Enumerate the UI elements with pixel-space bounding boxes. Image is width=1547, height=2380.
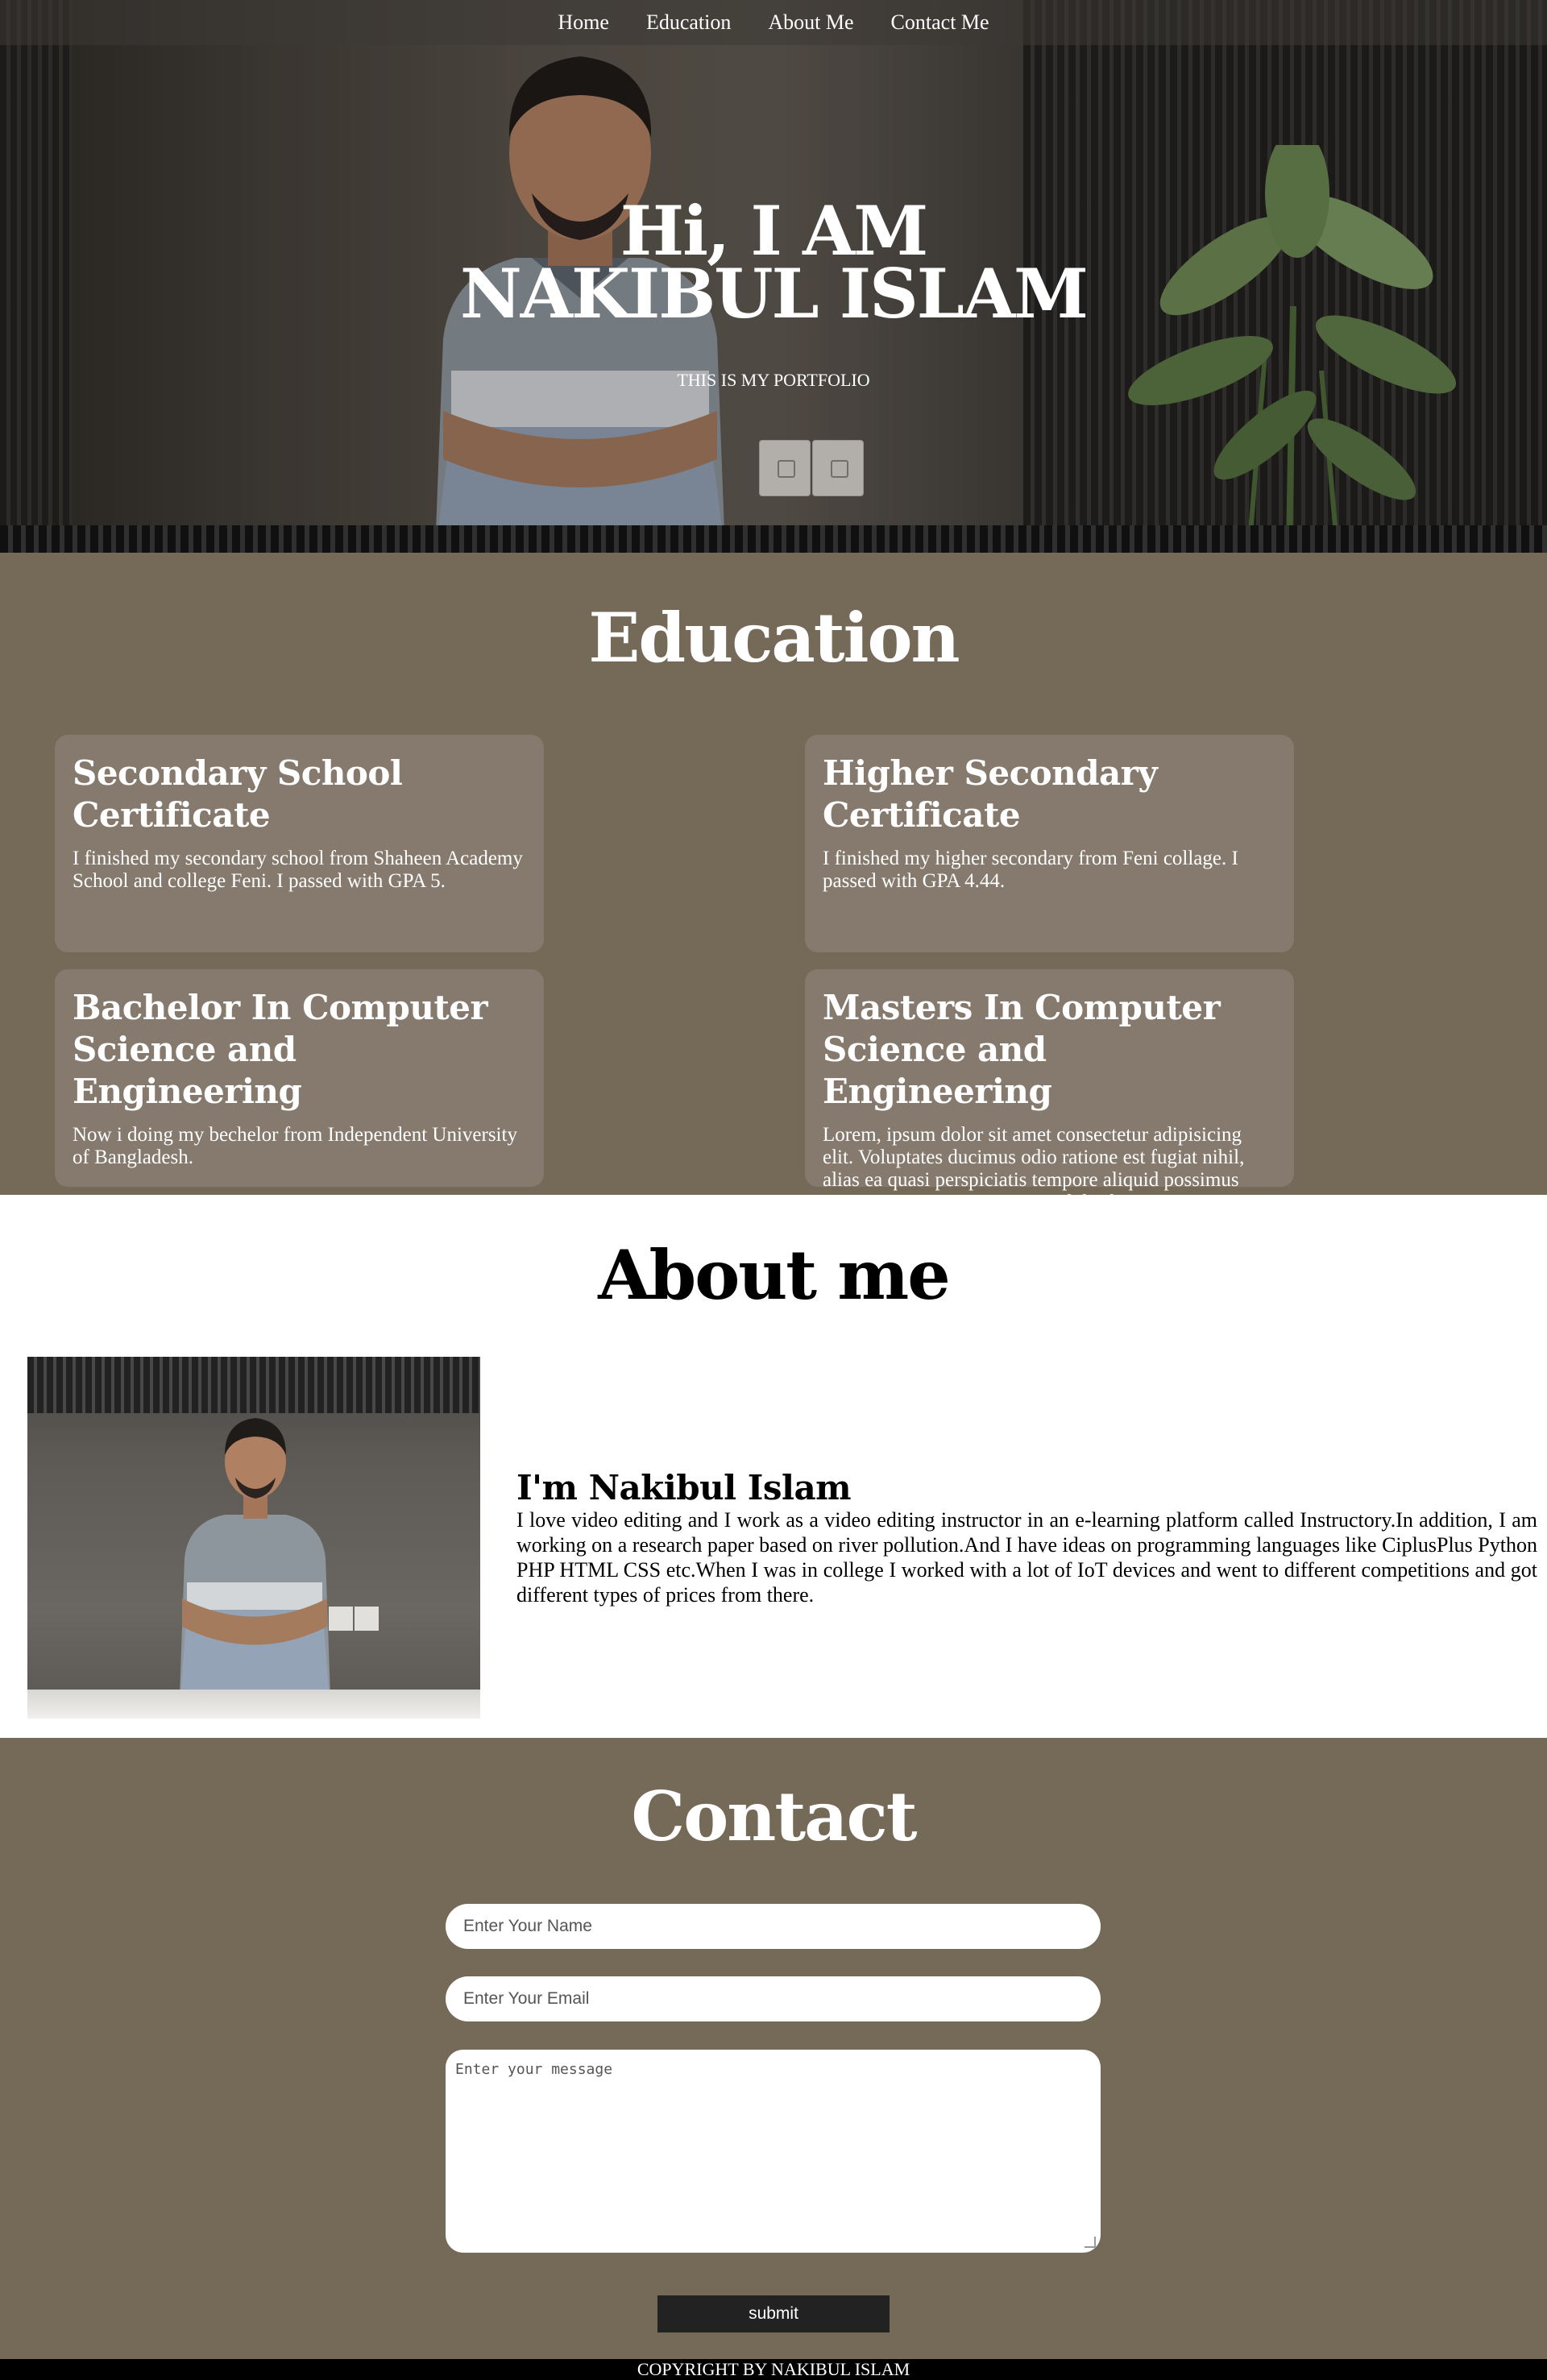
hero-subtitle: THIS IS MY PORTFOLIO [677,370,870,390]
education-card-ssc: Secondary School Certificate I finished … [55,735,544,952]
education-title: Education [588,598,960,678]
hero-section: Home Education About Me Contact Me Hi, I… [0,0,1547,553]
nav-link-about-me[interactable]: About Me [768,10,853,35]
card-heading: Secondary School Certificate [73,753,403,835]
about-portrait-illustration [179,1418,379,1719]
card-heading: Higher Secondary Certificate [823,753,1158,835]
education-card-masters: Masters In Computer Science and Engineer… [805,969,1294,1236]
card-text: I finished my secondary school from Shah… [73,848,523,892]
about-heading: I'm Nakibul Islam [516,1468,852,1507]
about-photo [27,1357,480,1719]
card-text: I finished my higher secondary from Feni… [823,848,1238,892]
card-heading: Bachelor In Computer Science and Enginee… [73,988,488,1111]
contact-title: Contact [631,1777,917,1856]
education-card-bachelor: Bachelor In Computer Science and Enginee… [55,969,544,1187]
name-input-placeholder: Enter Your Name [463,1917,592,1935]
footer: COPYRIGHT BY NAKIBUL ISLAM [0,2359,1547,2380]
email-input[interactable]: Enter Your Email [446,1976,1101,2021]
education-card-hsc: Higher Secondary Certificate I finished … [805,735,1294,952]
nav-link-education[interactable]: Education [646,10,731,35]
education-section: Education Secondary School Certificate I… [0,553,1547,1236]
about-paragraph: I love video editing and I work as a vid… [516,1508,1537,1607]
submit-button[interactable]: submit [657,2295,890,2332]
contact-section: Contact Enter Your Name Enter Your Email… [0,1738,1547,2359]
message-textarea[interactable]: Enter your message [446,2050,1101,2253]
email-input-placeholder: Enter Your Email [463,1989,590,2008]
hero-title: Hi, I AM NAKIBUL ISLAM [0,197,1547,328]
photo-floor [27,1690,480,1719]
about-section: About me I'm Nakibul Islam I love video … [0,1195,1547,1738]
message-placeholder: Enter your message [455,2061,613,2078]
nav-link-contact-me[interactable]: Contact Me [891,10,989,35]
about-title: About me [598,1235,950,1315]
name-input[interactable]: Enter Your Name [446,1904,1101,1949]
nav-link-home[interactable]: Home [558,10,609,35]
resize-handle-icon[interactable] [1085,2237,1096,2248]
hero-title-line-2: NAKIBUL ISLAM [460,254,1089,334]
card-heading: Masters In Computer Science and Engineer… [823,988,1221,1111]
about-content: I'm Nakibul Islam I love video editing a… [516,1469,1537,1607]
top-navigation: Home Education About Me Contact Me [0,0,1547,45]
card-text: Now i doing my bechelor from Independent… [73,1124,517,1168]
